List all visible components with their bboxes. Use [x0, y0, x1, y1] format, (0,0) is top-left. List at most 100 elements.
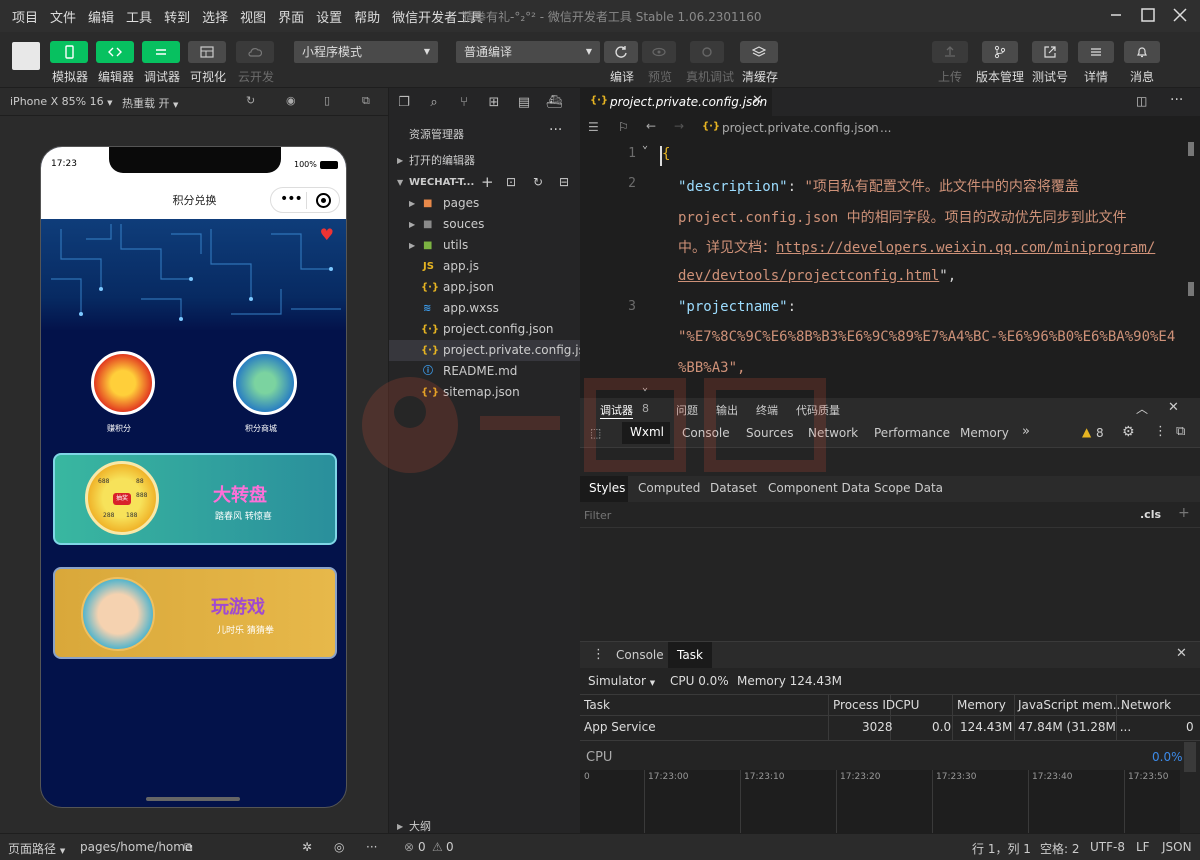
menu-help[interactable]: 帮助 — [348, 7, 386, 26]
code-area[interactable]: 1 2 3 ⌄ ⌄ { "description": "项目私有配置文件。此文件… — [580, 140, 1200, 398]
more-tabs-icon[interactable]: » — [1022, 424, 1030, 439]
fold-icon[interactable]: ⌄ — [642, 382, 648, 393]
device-icon[interactable]: ▯ — [324, 94, 330, 107]
tab-scope-data[interactable]: Scope Data — [874, 481, 943, 495]
close-miniprogram-icon[interactable] — [316, 193, 331, 208]
add-rule-icon[interactable]: + — [1178, 505, 1190, 521]
tree-item-app-wxss[interactable]: ≋ app.wxss — [389, 298, 581, 319]
language-mode[interactable]: JSON — [1162, 840, 1192, 854]
close-icon[interactable]: ✕ — [1168, 400, 1179, 415]
tree-item-utils[interactable]: ▶ ■ utils — [389, 235, 581, 256]
warning-icon[interactable]: ▲ — [1082, 425, 1091, 439]
extensions-icon[interactable]: ⊞ — [479, 95, 509, 110]
mode-select[interactable]: 小程序模式 ▼ — [294, 41, 438, 63]
table-header[interactable]: Network — [1121, 698, 1171, 712]
new-folder-icon[interactable]: ⊡ — [506, 172, 516, 193]
more-icon[interactable]: ••• — [280, 191, 303, 207]
scrollbar[interactable] — [1188, 282, 1194, 296]
tree-item-app-json[interactable]: {·} app.json — [389, 277, 581, 298]
doc-link[interactable]: dev/devtools/projectconfig.html — [678, 268, 939, 284]
docker-icon[interactable]: ⛴ — [539, 95, 569, 110]
tab-styles[interactable]: Styles — [580, 476, 628, 502]
avatar[interactable] — [12, 42, 40, 70]
source-control-icon[interactable]: ⑂ — [449, 95, 479, 110]
breadcrumb-file[interactable]: project.private.config.json — [722, 121, 879, 135]
fold-icon[interactable]: ⌄ — [642, 140, 648, 151]
search-icon[interactable]: ⌕ — [419, 95, 449, 110]
details-button[interactable] — [1078, 41, 1114, 63]
tree-item-souces[interactable]: ▶ ■ souces — [389, 214, 581, 235]
tab-console[interactable]: Console — [682, 426, 730, 440]
table-header[interactable]: Memory — [957, 698, 1006, 712]
tab-wxml[interactable]: Wxml — [622, 422, 670, 444]
forward-icon[interactable]: → — [674, 119, 684, 133]
visual-button[interactable] — [188, 41, 226, 63]
scrollbar[interactable] — [1184, 742, 1196, 772]
menu-project[interactable]: 项目 — [6, 7, 44, 26]
tree-item-app-js[interactable]: JS app.js — [389, 256, 581, 277]
indentation[interactable]: 空格: 2 — [1040, 840, 1080, 857]
table-header[interactable]: CPU — [895, 698, 919, 712]
tab-debugger[interactable]: 调试器 — [600, 402, 633, 419]
encoding[interactable]: UTF-8 — [1090, 840, 1125, 854]
project-section[interactable]: ▼ WECHAT-T... + ⊡ ↻ ⊟ — [389, 172, 581, 193]
heart-icon[interactable]: ♥ — [320, 225, 334, 244]
tab-computed[interactable]: Computed — [638, 481, 700, 495]
kebab-icon[interactable]: ⋮ — [1154, 424, 1167, 439]
refresh-icon[interactable]: ↻ — [533, 172, 543, 193]
menu-goto[interactable]: 转到 — [158, 7, 196, 26]
menu-tools[interactable]: 工具 — [120, 7, 158, 26]
tab-sources[interactable]: Sources — [746, 426, 793, 440]
storage-icon[interactable]: ▤ — [509, 95, 539, 110]
capsule-button[interactable]: ••• — [270, 187, 340, 213]
more-icon[interactable]: ··· — [1170, 92, 1183, 108]
debugger-button[interactable] — [142, 41, 180, 63]
stop-icon[interactable]: ◉ — [286, 94, 296, 107]
tab-performance[interactable]: Performance — [874, 426, 950, 440]
tab-memory[interactable]: Memory — [960, 426, 1009, 440]
editor-button[interactable] — [96, 41, 134, 63]
tab-problems[interactable]: 问题 — [676, 402, 698, 418]
reload-icon[interactable]: ↻ — [246, 94, 255, 107]
simulator-filter[interactable]: Simulator ▼ — [588, 674, 655, 688]
tab-network[interactable]: Network — [808, 426, 858, 440]
bookmark-icon[interactable]: ⚐ — [618, 120, 629, 134]
version-button[interactable] — [982, 41, 1018, 63]
close-icon[interactable]: ✕ — [1176, 646, 1187, 661]
simulator-button[interactable] — [50, 41, 88, 63]
upload-button[interactable] — [932, 41, 968, 63]
menu-interface[interactable]: 界面 — [272, 7, 310, 26]
new-file-icon[interactable]: + — [481, 172, 494, 193]
open-editors-section[interactable]: ▶ 打开的编辑器 — [389, 150, 581, 171]
menu-edit[interactable]: 编辑 — [82, 7, 120, 26]
points-mall-icon[interactable] — [233, 351, 297, 415]
chevron-up-icon[interactable]: ︿ — [1136, 400, 1148, 417]
earn-points-icon[interactable] — [91, 351, 155, 415]
table-header[interactable]: Task — [584, 698, 610, 712]
back-icon[interactable]: ← — [646, 119, 656, 133]
page-path-select[interactable]: 页面路径 ▼ — [8, 840, 65, 857]
tree-item-pages[interactable]: ▶ ■ pages — [389, 193, 581, 214]
scrollbar[interactable] — [1188, 142, 1194, 156]
preview-button[interactable] — [642, 41, 676, 63]
error-count[interactable]: 0 — [418, 840, 426, 854]
filter-input[interactable] — [584, 506, 1124, 524]
tab-component-data[interactable]: Component Data — [768, 481, 870, 495]
inspect-icon[interactable]: ⬚ — [590, 426, 601, 440]
more-icon[interactable]: ··· — [366, 840, 377, 854]
bug-icon[interactable]: ✲ — [302, 840, 312, 854]
tab-project-private-config[interactable]: {·} project.private.config.json ✕ — [580, 88, 772, 116]
play-game-card[interactable]: 玩游戏 儿时乐 猜猜拳 — [53, 567, 337, 659]
warning-icon[interactable]: ⚠ — [432, 840, 443, 854]
split-editor-icon[interactable]: ◫ — [1136, 94, 1147, 108]
cursor-position[interactable]: 行 1，列 1 — [972, 840, 1031, 857]
messages-button[interactable] — [1124, 41, 1160, 63]
tree-item-readme[interactable]: ⓘ README.md — [389, 361, 581, 382]
tab-task[interactable]: Task — [668, 642, 712, 668]
menu-view[interactable]: 视图 — [234, 7, 272, 26]
device-select[interactable]: iPhone X 85% 16 ▼ — [10, 95, 113, 108]
kebab-icon[interactable]: ⋮ — [592, 647, 605, 662]
list-icon[interactable]: ☰ — [588, 120, 599, 134]
close-icon[interactable]: ✕ — [752, 93, 763, 108]
page-path[interactable]: pages/home/home — [80, 840, 192, 854]
